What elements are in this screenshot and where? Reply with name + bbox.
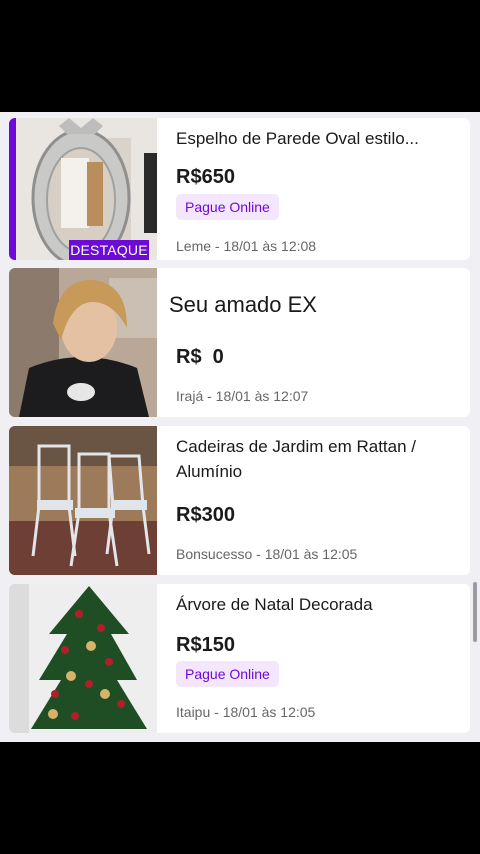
listing-card[interactable]: Cadeiras de Jardim em Rattan / Alumínio …	[9, 426, 470, 575]
listing-feed[interactable]: DESTAQUE Espelho de Parede Oval estilo..…	[0, 112, 480, 742]
listing-card[interactable]: Seu amado EX R$ 0 Irajá - 18/01 às 12:07	[9, 268, 470, 417]
scrollbar[interactable]	[473, 582, 477, 642]
listing-location-time: Itaipu - 18/01 às 12:05	[176, 704, 316, 720]
listing-location-time: Irajá - 18/01 às 12:07	[176, 388, 309, 404]
listing-price: R$650	[176, 166, 235, 188]
listing-card[interactable]: DESTAQUE Espelho de Parede Oval estilo..…	[9, 118, 470, 260]
listing-location-time: Leme - 18/01 às 12:08	[176, 238, 317, 254]
listing-price: R$150	[176, 634, 235, 656]
listing-price: R$ 0	[176, 346, 224, 368]
listing-location-time: Bonsucesso - 18/01 às 12:05	[176, 546, 358, 562]
pay-online-tag: Pague Online	[176, 194, 279, 220]
listing-title[interactable]: Seu amado EX	[169, 292, 460, 317]
featured-badge: DESTAQUE	[69, 240, 149, 260]
listing-title[interactable]: Cadeiras de Jardim em Rattan / Alumínio	[176, 434, 460, 484]
listing-price: R$300	[176, 504, 235, 526]
listing-title[interactable]: Espelho de Parede Oval estilo...	[176, 126, 460, 151]
listing-title[interactable]: Árvore de Natal Decorada	[176, 592, 460, 617]
pay-online-tag: Pague Online	[176, 661, 279, 687]
listing-image-mirror[interactable]	[9, 118, 157, 260]
listing-card[interactable]: Árvore de Natal Decorada R$150 Pague Onl…	[9, 584, 470, 733]
listing-image-christmas-tree[interactable]	[9, 584, 157, 733]
featured-accent-bar	[9, 118, 16, 260]
listing-image-person[interactable]	[9, 268, 157, 417]
listing-image-chairs[interactable]	[9, 426, 157, 575]
